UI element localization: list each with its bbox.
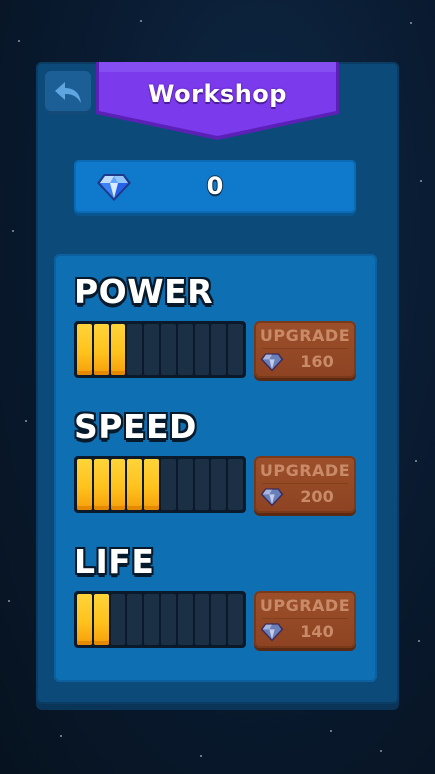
meter-segment-empty [228,459,243,510]
diamond-gem-icon [260,488,284,507]
meter-segment-empty [160,324,176,375]
meter-segment-filled [77,324,92,375]
back-button[interactable] [45,71,91,114]
meter-segment-empty [194,459,210,510]
meter-segment-filled [77,594,92,645]
stat-meter-power [74,321,246,378]
upgrade-cost: 140 [300,622,334,641]
meter-segment-empty [127,324,143,375]
meter-segment-empty [144,324,159,375]
meter-segment-empty [211,594,227,645]
meter-segment-filled [93,324,109,375]
diamond-gem-icon [260,353,284,372]
upgrade-divider [262,483,348,484]
stat-meter-speed [74,456,246,513]
upgrade-button-speed[interactable]: UPGRADE 200 [254,456,356,513]
meter-segment-empty [160,594,176,645]
currency-bar: 0 [74,160,356,213]
stat-label-life: LIFE [74,542,155,581]
upgrade-label: UPGRADE [259,596,351,615]
stat-label-speed: SPEED [74,407,197,446]
meter-segment-filled [144,459,159,510]
meter-segment-empty [228,594,243,645]
meter-segment-empty [194,594,210,645]
upgrade-label: UPGRADE [259,461,351,480]
upgrade-divider [262,618,348,619]
meter-segment-empty [228,324,243,375]
meter-segment-empty [127,594,143,645]
meter-segment-filled [93,594,109,645]
meter-segment-empty [211,324,227,375]
meter-segment-filled [110,459,126,510]
gem-count: 0 [206,172,224,200]
meter-segment-empty [177,324,193,375]
upgrade-button-life[interactable]: UPGRADE 140 [254,591,356,648]
meter-segment-empty [177,459,193,510]
upgrade-cost: 200 [300,487,334,506]
upgrade-label: UPGRADE [259,326,351,345]
upgrade-button-power[interactable]: UPGRADE 160 [254,321,356,378]
upgrade-divider [262,348,348,349]
meter-segment-empty [160,459,176,510]
page-title: Workshop [148,80,287,108]
stat-label-power: POWER [74,272,214,311]
upgrade-cost: 160 [300,352,334,371]
title-banner: Workshop [96,62,339,140]
meter-segment-empty [211,459,227,510]
meter-segment-filled [127,459,143,510]
meter-segment-empty [110,594,126,645]
meter-segment-empty [144,594,159,645]
meter-segment-filled [110,324,126,375]
back-arrow-icon [55,81,81,103]
diamond-gem-icon [260,623,284,642]
meter-segment-empty [194,324,210,375]
stat-meter-life [74,591,246,648]
meter-segment-empty [177,594,193,645]
meter-segment-filled [93,459,109,510]
meter-segment-filled [77,459,92,510]
